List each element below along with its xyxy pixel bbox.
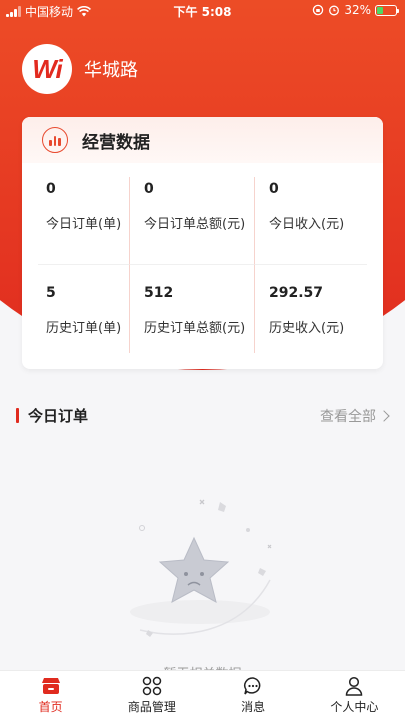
store-name: 华城路 xyxy=(84,60,138,81)
empty-state-illustration xyxy=(120,490,290,650)
stat-history-income[interactable]: 292.57 历史收入(元) xyxy=(255,265,367,353)
chevron-right-icon xyxy=(378,410,390,422)
stat-today-income[interactable]: 0 今日收入(元) xyxy=(255,177,367,265)
bottom-tab-bar: 首页 商品管理 消息 个人中心 xyxy=(0,670,405,720)
tab-profile[interactable]: 个人中心 xyxy=(304,671,405,720)
today-orders-header: 今日订单 查看全部 xyxy=(16,404,390,428)
stat-value: 0 xyxy=(46,181,56,197)
stat-value: 0 xyxy=(269,181,279,197)
tab-label: 首页 xyxy=(38,700,63,714)
status-bar: 中国移动 下午 5:08 32% xyxy=(0,0,405,22)
card-header: 经营数据 xyxy=(22,117,383,163)
tab-product-management[interactable]: 商品管理 xyxy=(101,671,202,720)
message-icon xyxy=(244,677,261,695)
stats-grid: 0 今日订单(单) 0 今日订单总额(元) 0 今日收入(元) 5 历史订单(单… xyxy=(38,177,367,353)
tab-home[interactable]: 首页 xyxy=(0,671,101,720)
tab-label: 消息 xyxy=(241,700,266,714)
section-accent-bar xyxy=(16,408,19,423)
stat-label: 今日收入(元) xyxy=(269,217,345,232)
stat-history-order-total[interactable]: 512 历史订单总额(元) xyxy=(130,265,255,353)
store-logo: Wi xyxy=(22,44,72,94)
card-title: 经营数据 xyxy=(82,132,150,153)
bar-chart-icon xyxy=(42,127,68,153)
stat-today-orders[interactable]: 0 今日订单(单) xyxy=(38,177,130,265)
battery-icon xyxy=(375,4,399,16)
tab-label: 个人中心 xyxy=(330,700,379,714)
home-icon xyxy=(41,678,60,694)
tab-messages[interactable]: 消息 xyxy=(203,671,304,720)
sad-star-icon xyxy=(130,499,272,637)
status-right: 32% xyxy=(312,3,399,17)
stat-value: 292.57 xyxy=(269,285,324,301)
view-all-label: 查看全部 xyxy=(320,409,376,425)
grid-icon xyxy=(142,676,162,696)
battery-percent: 32% xyxy=(344,3,371,17)
stat-label: 历史订单(单) xyxy=(46,321,122,336)
view-all-link[interactable]: 查看全部 xyxy=(320,406,390,426)
stat-label: 历史订单总额(元) xyxy=(144,321,246,336)
stat-value: 5 xyxy=(46,285,56,301)
tab-label: 商品管理 xyxy=(127,700,176,714)
stat-label: 今日订单总额(元) xyxy=(144,217,246,232)
stat-value: 0 xyxy=(144,181,154,197)
stat-label: 历史收入(元) xyxy=(269,321,345,336)
section-title: 今日订单 xyxy=(28,407,89,425)
stat-today-order-total[interactable]: 0 今日订单总额(元) xyxy=(130,177,255,265)
business-data-card: 经营数据 0 今日订单(单) 0 今日订单总额(元) 0 今日收入(元) 5 历… xyxy=(22,117,383,369)
stat-value: 512 xyxy=(144,285,174,301)
store-header: Wi 华城路 xyxy=(22,44,138,94)
alarm-icon xyxy=(329,5,340,16)
stat-history-orders[interactable]: 5 历史订单(单) xyxy=(38,265,130,353)
orientation-lock-icon xyxy=(313,4,324,16)
battery-fill xyxy=(377,6,383,14)
stat-label: 今日订单(单) xyxy=(46,217,122,232)
person-icon xyxy=(346,676,363,696)
